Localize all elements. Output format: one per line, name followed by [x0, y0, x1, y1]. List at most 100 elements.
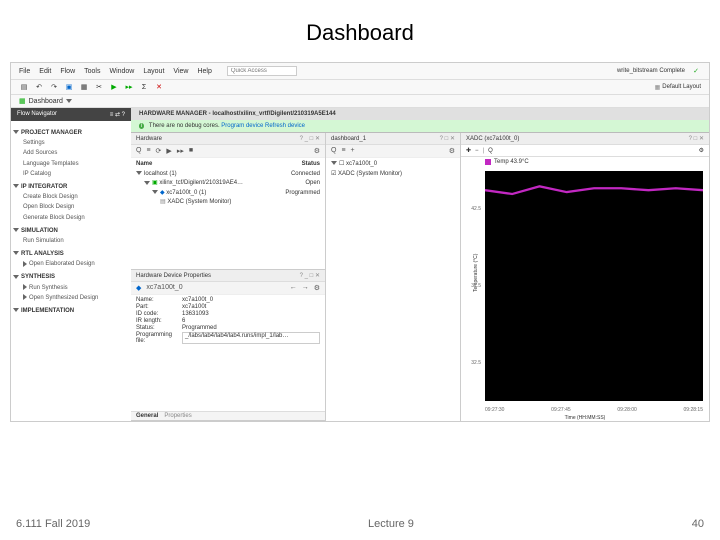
prev-icon[interactable]: ← — [290, 284, 297, 292]
dash-toolbar[interactable]: Q ≡ + ⚙ — [326, 145, 460, 158]
xadc-panel-title: XADC (xc7a100t_0) — [466, 136, 519, 142]
hw-xadc: XADC (System Monitor) — [167, 199, 231, 205]
nav-open-synth[interactable]: Open Synthesized Design — [29, 295, 98, 301]
footer-page: 40 — [692, 518, 704, 530]
status-write-bitstream: write_bitstream Complete — [617, 68, 685, 74]
dashboard-panel-title: dashboard_1 — [331, 136, 366, 142]
panel-controls[interactable]: ? □ ✕ — [440, 135, 455, 142]
menu-flow[interactable]: Flow — [60, 68, 75, 75]
step-fwd-icon[interactable]: ▸▸ — [177, 147, 184, 155]
nav-rtl[interactable]: RTL ANALYSIS — [21, 251, 64, 257]
hw-device: xc7a100t_0 (1) — [166, 190, 206, 196]
dashboard-dropdown[interactable]: ▦Dashboard — [19, 97, 74, 105]
nav-open-bd[interactable]: Open Block Design — [13, 202, 129, 212]
add-icon[interactable]: ✚ — [466, 147, 471, 154]
nav-controls[interactable]: ≡ ⇄ ? — [110, 111, 125, 118]
y-label: Temperature (°C) — [473, 254, 479, 292]
nav-run-sim[interactable]: Run Simulation — [13, 236, 129, 246]
plus-icon[interactable]: + — [351, 147, 355, 155]
hardware-toolbar[interactable]: Q ≡ ⟳ ▶ ▸▸ ■ ⚙ — [131, 145, 325, 158]
expand-icon[interactable]: ≡ — [146, 147, 150, 155]
legend-temp: Temp 43.9°C — [494, 159, 529, 165]
cancel-icon[interactable]: ✕ — [154, 82, 164, 92]
program-device-link[interactable]: Program device — [221, 123, 263, 129]
cut-icon[interactable]: ✂ — [94, 82, 104, 92]
refresh-device-link[interactable]: Refresh device — [265, 123, 305, 129]
dash-xadc: XADC (System Monitor) — [338, 171, 402, 177]
nav-project-manager[interactable]: PROJECT MANAGER — [21, 130, 82, 136]
nav-settings[interactable]: Settings — [13, 138, 129, 148]
quick-access-input[interactable] — [227, 66, 297, 76]
info-bar: i There are no debug cores. Program devi… — [131, 120, 709, 133]
gear-icon[interactable]: ⚙ — [699, 147, 704, 154]
info-icon: i — [139, 123, 144, 129]
chart-area — [485, 171, 703, 401]
nav-add-sources[interactable]: Add Sources — [13, 148, 129, 158]
new-icon[interactable]: ▤ — [19, 82, 29, 92]
refresh-icon[interactable]: ⟳ — [156, 147, 162, 155]
hardware-panel-title: Hardware — [136, 136, 162, 142]
stop-icon[interactable]: ■ — [189, 147, 193, 155]
x-label: Time (HH:MM:SS) — [461, 415, 709, 421]
next-icon[interactable]: → — [302, 284, 309, 292]
nav-synth[interactable]: SYNTHESIS — [21, 274, 55, 280]
xadc-plot[interactable]: Temp 43.9°C 42.5 37.5 32.5 Temperature (… — [461, 157, 709, 421]
search-icon[interactable]: Q — [136, 147, 141, 155]
nav-ip-catalog[interactable]: IP Catalog — [13, 169, 129, 179]
menu-window[interactable]: Window — [109, 68, 134, 75]
nav-gen-bd[interactable]: Generate Block Design — [13, 213, 129, 223]
undo-icon[interactable]: ↶ — [34, 82, 44, 92]
panel-controls[interactable]: ? _ □ ✕ — [300, 272, 320, 279]
menu-layout[interactable]: Layout — [143, 68, 164, 75]
expand-icon[interactable]: ≡ — [341, 147, 345, 155]
tab-properties[interactable]: Properties — [164, 413, 191, 419]
footer-course: 6.111 Fall 2019 — [16, 518, 90, 530]
sigma-icon[interactable]: Σ — [139, 82, 149, 92]
layout-selector[interactable]: ▦Default Layout — [655, 84, 701, 91]
props-device: xc7a100t_0 — [146, 284, 182, 292]
hw-cable: xilinx_tcf/Digilent/210319AE4… — [159, 180, 243, 186]
flow-navigator: Flow Navigator ≡ ⇄ ? PROJECT MANAGER Set… — [11, 108, 131, 421]
nav-open-elab[interactable]: Open Elaborated Design — [29, 261, 95, 267]
hardware-tree[interactable]: NameStatus localhost (1)Connected ▣ xili… — [136, 160, 320, 208]
copy-icon[interactable]: ▦ — [79, 82, 89, 92]
props-grid: Name:xc7a100t_0 Part:xc7a100t ID code:13… — [136, 297, 320, 344]
nav-run-synth[interactable]: Run Synthesis — [29, 285, 68, 291]
run-icon[interactable]: ▶ — [109, 82, 119, 92]
nav-impl[interactable]: IMPLEMENTATION — [21, 308, 74, 314]
props-panel-title: Hardware Device Properties — [136, 273, 211, 279]
nav-create-bd[interactable]: Create Block Design — [13, 192, 129, 202]
props-tabs: General Properties — [131, 411, 325, 420]
hw-localhost: localhost (1) — [144, 171, 177, 177]
nav-simulation[interactable]: SIMULATION — [21, 228, 58, 234]
play-icon[interactable]: ▶ — [166, 147, 171, 155]
search-icon[interactable]: Q — [331, 147, 336, 155]
step-icon[interactable]: ▸▸ — [124, 82, 134, 92]
gear-icon[interactable]: ⚙ — [314, 284, 320, 292]
remove-icon[interactable]: − — [475, 148, 479, 154]
x-axis: 09:27:30 09:27:45 09:28:00 09:28:15 — [485, 407, 703, 413]
save-icon[interactable]: ▣ — [64, 82, 74, 92]
panel-controls[interactable]: ? _ □ ✕ — [300, 135, 320, 142]
menu-file[interactable]: File — [19, 68, 30, 75]
gear-icon[interactable]: ⚙ — [314, 147, 320, 155]
y-axis: 42.5 37.5 32.5 — [461, 171, 483, 401]
slide-title: Dashboard — [0, 0, 720, 62]
hardware-manager-title: HARDWARE MANAGER - localhost/xilinx_vrtf… — [131, 108, 709, 120]
nav-lang-templates[interactable]: Language Templates — [13, 159, 129, 169]
panel-controls[interactable]: ? □ ✕ — [689, 135, 704, 142]
zoom-icon[interactable]: Q — [488, 148, 493, 154]
menubar: File Edit Flow Tools Window Layout View … — [11, 63, 709, 80]
check-icon: ✓ — [691, 66, 701, 76]
menu-help[interactable]: Help — [197, 68, 211, 75]
nav-ip-integrator[interactable]: IP INTEGRATOR — [21, 184, 67, 190]
tab-general[interactable]: General — [136, 413, 158, 419]
menu-tools[interactable]: Tools — [84, 68, 100, 75]
legend-swatch — [485, 159, 491, 165]
dash-tree[interactable]: ☐ xc7a100t_0 ☑ XADC (System Monitor) — [331, 160, 455, 179]
dashboard-bar: ▦Dashboard — [11, 95, 709, 108]
menu-view[interactable]: View — [173, 68, 188, 75]
menu-edit[interactable]: Edit — [39, 68, 51, 75]
redo-icon[interactable]: ↷ — [49, 82, 59, 92]
gear-icon[interactable]: ⚙ — [449, 147, 455, 155]
